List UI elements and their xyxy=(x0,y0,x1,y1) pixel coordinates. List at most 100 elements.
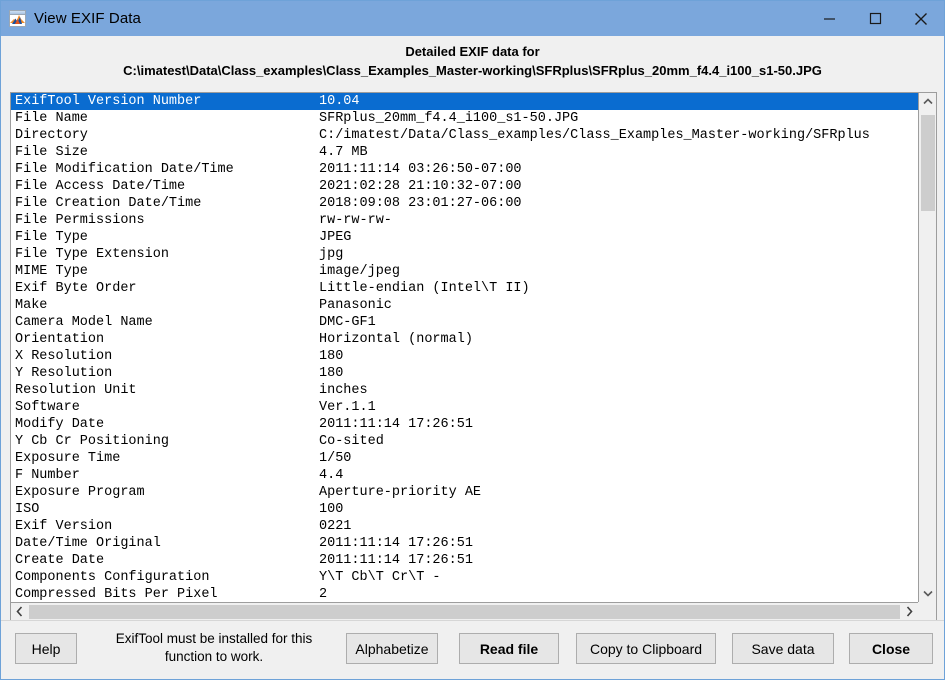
maximize-button[interactable] xyxy=(852,1,898,36)
exif-row-key: Exposure Time xyxy=(11,450,319,467)
chevron-right-icon[interactable] xyxy=(901,603,918,620)
exif-row[interactable]: Exif Version0221 xyxy=(11,518,918,535)
exif-row[interactable]: Compressed Bits Per Pixel2 xyxy=(11,586,918,602)
exif-row[interactable]: Y Cb Cr PositioningCo-sited xyxy=(11,433,918,450)
exif-row-value: 0221 xyxy=(319,518,351,535)
window-title: View EXIF Data xyxy=(34,10,141,27)
close-dialog-button[interactable]: Close xyxy=(849,633,933,664)
exif-row-value: Aperture-priority AE xyxy=(319,484,481,501)
exif-row[interactable]: Components ConfigurationY\T Cb\T Cr\T - xyxy=(11,569,918,586)
exiftool-note: ExifTool must be installed for this func… xyxy=(93,630,335,666)
exif-row-value: 2011:11:14 17:26:51 xyxy=(319,416,473,433)
exif-row-key: File Access Date/Time xyxy=(11,178,319,195)
chevron-left-icon[interactable] xyxy=(11,603,28,620)
exif-row[interactable]: Y Resolution180 xyxy=(11,365,918,382)
vertical-scrollbar-thumb[interactable] xyxy=(921,115,935,211)
exif-row-key: Software xyxy=(11,399,319,416)
exif-row[interactable]: ExifTool Version Number10.04 xyxy=(11,93,918,110)
exif-row[interactable]: File Type Extensionjpg xyxy=(11,246,918,263)
read-file-button[interactable]: Read file xyxy=(459,633,559,664)
exif-row-value: Little-endian (Intel\T II) xyxy=(319,280,530,297)
exif-row-value: JPEG xyxy=(319,229,351,246)
exif-row-value: DMC-GF1 xyxy=(319,314,376,331)
exif-row-value: 2 xyxy=(319,586,327,602)
exif-row-value: Co-sited xyxy=(319,433,384,450)
exif-row[interactable]: DirectoryC:/imatest/Data/Class_examples/… xyxy=(11,127,918,144)
title-bar: View EXIF Data xyxy=(1,1,944,36)
exif-row-key: Components Configuration xyxy=(11,569,319,586)
exif-row[interactable]: MIME Typeimage/jpeg xyxy=(11,263,918,280)
exif-rows: ExifTool Version Number10.04File NameSFR… xyxy=(11,93,918,602)
exif-row-key: File Modification Date/Time xyxy=(11,161,319,178)
exif-row-key: ExifTool Version Number xyxy=(11,93,319,110)
help-button[interactable]: Help xyxy=(15,633,77,664)
exif-row[interactable]: File NameSFRplus_20mm_f4.4_i100_s1-50.JP… xyxy=(11,110,918,127)
exif-row[interactable]: Exposure ProgramAperture-priority AE xyxy=(11,484,918,501)
save-data-button[interactable]: Save data xyxy=(732,633,834,664)
exif-row[interactable]: File Modification Date/Time2011:11:14 03… xyxy=(11,161,918,178)
exif-row-key: Y Resolution xyxy=(11,365,319,382)
exif-row[interactable]: Resolution Unitinches xyxy=(11,382,918,399)
exif-row-value: 4.4 xyxy=(319,467,343,484)
exif-row-key: Resolution Unit xyxy=(11,382,319,399)
exif-row[interactable]: X Resolution180 xyxy=(11,348,918,365)
exif-row-key: Camera Model Name xyxy=(11,314,319,331)
exif-row[interactable]: Modify Date2011:11:14 17:26:51 xyxy=(11,416,918,433)
exif-row-key: Modify Date xyxy=(11,416,319,433)
exif-row[interactable]: File Size4.7 MB xyxy=(11,144,918,161)
exif-row[interactable]: Create Date2011:11:14 17:26:51 xyxy=(11,552,918,569)
chevron-up-icon[interactable] xyxy=(919,93,936,110)
footer-bar: Help ExifTool must be installed for this… xyxy=(1,620,944,679)
exif-row-value: image/jpeg xyxy=(319,263,400,280)
exif-row-value: 1/50 xyxy=(319,450,351,467)
exif-row-value: 4.7 MB xyxy=(319,144,368,161)
header-line-1: Detailed EXIF data for xyxy=(1,42,944,61)
exif-list-panel: ExifTool Version Number10.04File NameSFR… xyxy=(10,92,937,621)
exif-row-value: 2011:11:14 17:26:51 xyxy=(319,535,473,552)
exif-row-value: Ver.1.1 xyxy=(319,399,376,416)
exif-row[interactable]: SoftwareVer.1.1 xyxy=(11,399,918,416)
exif-row[interactable]: MakePanasonic xyxy=(11,297,918,314)
horizontal-scrollbar[interactable] xyxy=(11,602,918,620)
exif-row-value: 2011:11:14 17:26:51 xyxy=(319,552,473,569)
exif-row[interactable]: Exif Byte OrderLittle-endian (Intel\T II… xyxy=(11,280,918,297)
chevron-down-icon[interactable] xyxy=(919,585,936,602)
exif-row-value: jpg xyxy=(319,246,343,263)
horizontal-scrollbar-thumb[interactable] xyxy=(29,605,900,619)
exif-row[interactable]: Exposure Time1/50 xyxy=(11,450,918,467)
exif-row-value: rw-rw-rw- xyxy=(319,212,392,229)
exif-row-key: MIME Type xyxy=(11,263,319,280)
exif-row[interactable]: File TypeJPEG xyxy=(11,229,918,246)
exif-row[interactable]: Date/Time Original2011:11:14 17:26:51 xyxy=(11,535,918,552)
exif-row-key: File Creation Date/Time xyxy=(11,195,319,212)
exif-row[interactable]: ISO100 xyxy=(11,501,918,518)
exif-row[interactable]: OrientationHorizontal (normal) xyxy=(11,331,918,348)
close-button[interactable] xyxy=(898,1,944,36)
exif-row-key: Y Cb Cr Positioning xyxy=(11,433,319,450)
copy-to-clipboard-button[interactable]: Copy to Clipboard xyxy=(576,633,716,664)
exif-row-key: File Permissions xyxy=(11,212,319,229)
exif-row-key: X Resolution xyxy=(11,348,319,365)
exif-row-key: Orientation xyxy=(11,331,319,348)
window-controls xyxy=(806,1,944,36)
exif-row[interactable]: File Access Date/Time2021:02:28 21:10:32… xyxy=(11,178,918,195)
exif-row[interactable]: File Creation Date/Time2018:09:08 23:01:… xyxy=(11,195,918,212)
exif-row-value: 2021:02:28 21:10:32-07:00 xyxy=(319,178,522,195)
exif-row[interactable]: File Permissionsrw-rw-rw- xyxy=(11,212,918,229)
exif-row-key: File Name xyxy=(11,110,319,127)
vertical-scrollbar[interactable] xyxy=(918,93,936,602)
exif-row-key: Compressed Bits Per Pixel xyxy=(11,586,319,602)
exif-row-value: SFRplus_20mm_f4.4_i100_s1-50.JPG xyxy=(319,110,578,127)
exif-row[interactable]: F Number4.4 xyxy=(11,467,918,484)
exif-row[interactable]: Camera Model NameDMC-GF1 xyxy=(11,314,918,331)
view-exif-data-window: View EXIF Data Detailed EXIF data for C:… xyxy=(0,0,945,680)
scrollbar-corner xyxy=(918,602,936,620)
exif-row-key: Exif Version xyxy=(11,518,319,535)
exif-row-key: Exif Byte Order xyxy=(11,280,319,297)
exif-row-value: 180 xyxy=(319,348,343,365)
exif-row-key: ISO xyxy=(11,501,319,518)
minimize-button[interactable] xyxy=(806,1,852,36)
alphabetize-button[interactable]: Alphabetize xyxy=(346,633,438,664)
exif-row-key: F Number xyxy=(11,467,319,484)
exif-row-value: C:/imatest/Data/Class_examples/Class_Exa… xyxy=(319,127,870,144)
